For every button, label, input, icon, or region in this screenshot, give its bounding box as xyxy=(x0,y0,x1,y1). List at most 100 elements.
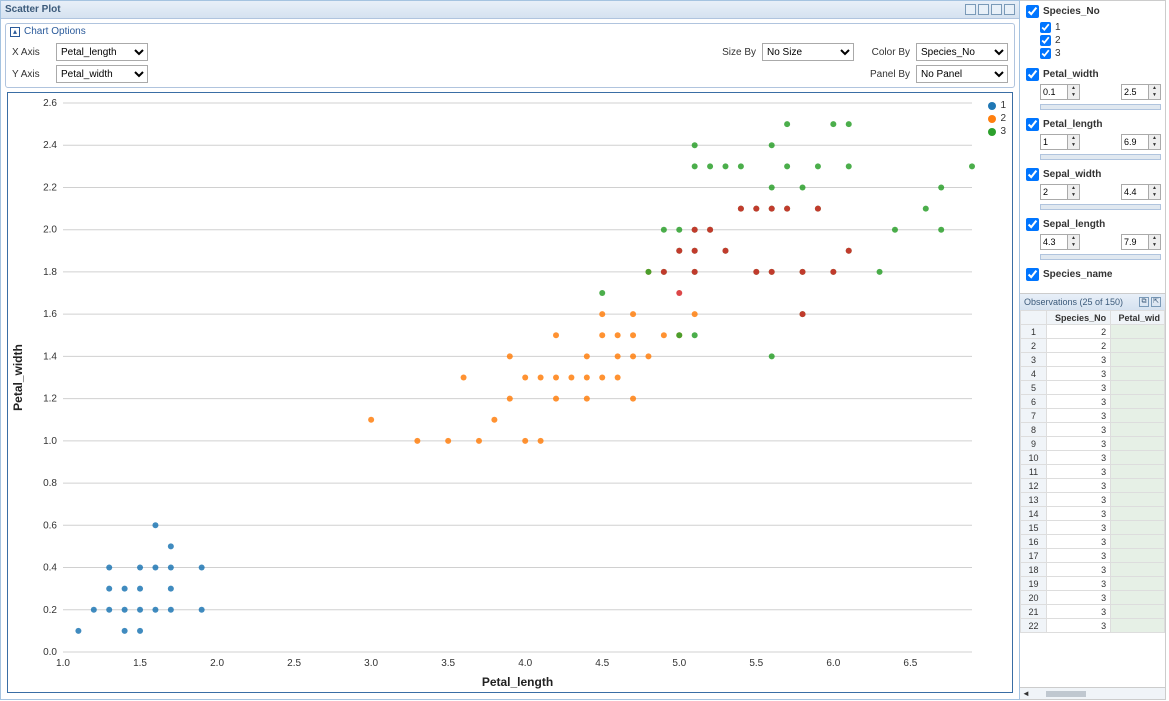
table-row[interactable]: 153 xyxy=(1021,521,1165,535)
svg-text:0.0: 0.0 xyxy=(43,647,57,658)
table-row[interactable]: 143 xyxy=(1021,507,1165,521)
table-row[interactable]: 163 xyxy=(1021,535,1165,549)
table-row[interactable]: 223 xyxy=(1021,619,1165,633)
filter-sepal-length-check[interactable] xyxy=(1026,218,1039,231)
svg-text:3.0: 3.0 xyxy=(364,658,378,669)
sepal-length-max-spinner[interactable]: 7.9▲▼ xyxy=(1121,234,1161,250)
obs-collapse-icon[interactable]: ⧉ xyxy=(1139,297,1149,307)
legend-label: 3 xyxy=(1000,126,1006,137)
petal-width-min-spinner[interactable]: 0.1▲▼ xyxy=(1040,84,1080,100)
legend: 123 xyxy=(988,99,1006,138)
svg-text:5.0: 5.0 xyxy=(672,658,686,669)
filters-panel: Species_No 123 Petal_width 0.1▲▼ 2.5▲▼ P… xyxy=(1020,1,1165,293)
chart-options-header[interactable]: ▴ Chart Options xyxy=(6,24,1014,39)
svg-text:1.2: 1.2 xyxy=(43,394,57,405)
svg-text:1.8: 1.8 xyxy=(43,267,57,278)
table-row[interactable]: 213 xyxy=(1021,605,1165,619)
filter-petal-length-check[interactable] xyxy=(1026,118,1039,131)
species-item-check[interactable] xyxy=(1040,48,1051,59)
table-row[interactable]: 203 xyxy=(1021,591,1165,605)
table-row[interactable]: 73 xyxy=(1021,409,1165,423)
svg-text:1.0: 1.0 xyxy=(56,658,70,669)
table-row[interactable]: 183 xyxy=(1021,563,1165,577)
filter-petal-length: Petal_length 1▲▼ 6.9▲▼ xyxy=(1026,118,1161,160)
table-row[interactable]: 22 xyxy=(1021,339,1165,353)
colorby-label: Color By xyxy=(860,47,910,58)
table-row[interactable]: 33 xyxy=(1021,353,1165,367)
xaxis-label: X Axis xyxy=(12,47,50,58)
table-row[interactable]: 103 xyxy=(1021,451,1165,465)
window-title: Scatter Plot xyxy=(5,4,61,15)
table-row[interactable]: 133 xyxy=(1021,493,1165,507)
colorby-select[interactable]: Species_No xyxy=(916,43,1008,61)
table-row[interactable]: 12 xyxy=(1021,325,1165,339)
svg-text:1.4: 1.4 xyxy=(43,351,57,362)
species-item-check[interactable] xyxy=(1040,35,1051,46)
sepal-width-min-spinner[interactable]: 2▲▼ xyxy=(1040,184,1080,200)
petal-width-max-spinner[interactable]: 2.5▲▼ xyxy=(1121,84,1161,100)
observations-table[interactable]: Species_No Petal_wid 1222334353637383931… xyxy=(1020,310,1165,687)
window-title-bar: Scatter Plot xyxy=(1,1,1019,19)
observations-panel: Observations (25 of 150) ⧉ ⇱ Species_No … xyxy=(1020,293,1165,699)
table-row[interactable]: 123 xyxy=(1021,479,1165,493)
svg-text:6.5: 6.5 xyxy=(903,658,917,669)
svg-text:2.6: 2.6 xyxy=(43,98,57,109)
svg-text:3.5: 3.5 xyxy=(441,658,455,669)
svg-text:1.5: 1.5 xyxy=(133,658,147,669)
table-row[interactable]: 63 xyxy=(1021,395,1165,409)
filter-sepal-width: Sepal_width 2▲▼ 4.4▲▼ xyxy=(1026,168,1161,210)
table-row[interactable]: 193 xyxy=(1021,577,1165,591)
petal-length-min-spinner[interactable]: 1▲▼ xyxy=(1040,134,1080,150)
svg-text:5.5: 5.5 xyxy=(749,658,763,669)
sepal-width-slider[interactable] xyxy=(1040,204,1161,210)
close-icon[interactable] xyxy=(1004,4,1015,15)
svg-text:2.4: 2.4 xyxy=(43,140,57,151)
help-icon[interactable] xyxy=(965,4,976,15)
svg-text:2.0: 2.0 xyxy=(43,225,57,236)
chart-options-label: Chart Options xyxy=(24,26,86,37)
sepal-width-max-spinner[interactable]: 4.4▲▼ xyxy=(1121,184,1161,200)
yaxis-select[interactable]: Petal_width xyxy=(56,65,148,83)
filter-species-no-check[interactable] xyxy=(1026,5,1039,18)
svg-text:Petal_width: Petal_width xyxy=(11,344,25,411)
filter-petal-width-check[interactable] xyxy=(1026,68,1039,81)
chart-area[interactable]: 0.00.20.40.60.81.01.21.41.61.82.02.22.42… xyxy=(7,92,1013,693)
maximize-icon[interactable] xyxy=(991,4,1002,15)
chart-options-panel: ▴ Chart Options X Axis Petal_length Y Ax… xyxy=(5,23,1015,88)
col-species-no[interactable]: Species_No xyxy=(1047,311,1111,325)
scatter-plot-window: Scatter Plot ▴ Chart Options X Axis Peta… xyxy=(0,0,1020,700)
obs-expand-icon[interactable]: ⇱ xyxy=(1151,297,1161,307)
scatter-plot[interactable]: 0.00.20.40.60.81.01.21.41.61.82.02.22.42… xyxy=(8,93,1012,692)
observations-title: Observations (25 of 150) xyxy=(1024,297,1123,307)
legend-label: 2 xyxy=(1000,113,1006,124)
petal-length-slider[interactable] xyxy=(1040,154,1161,160)
table-row[interactable]: 113 xyxy=(1021,465,1165,479)
yaxis-label: Y Axis xyxy=(12,69,50,80)
table-row[interactable]: 43 xyxy=(1021,367,1165,381)
table-row[interactable]: 53 xyxy=(1021,381,1165,395)
svg-text:2.2: 2.2 xyxy=(43,182,57,193)
sizeby-select[interactable]: No Size xyxy=(762,43,854,61)
table-row[interactable]: 83 xyxy=(1021,423,1165,437)
petal-width-slider[interactable] xyxy=(1040,104,1161,110)
collapse-icon[interactable]: ▴ xyxy=(10,27,20,37)
sepal-length-min-spinner[interactable]: 4.3▲▼ xyxy=(1040,234,1080,250)
svg-text:2.0: 2.0 xyxy=(210,658,224,669)
petal-length-max-spinner[interactable]: 6.9▲▼ xyxy=(1121,134,1161,150)
filter-species-name-check[interactable] xyxy=(1026,268,1039,281)
svg-text:Petal_length: Petal_length xyxy=(482,675,553,689)
svg-text:4.5: 4.5 xyxy=(595,658,609,669)
table-row[interactable]: 93 xyxy=(1021,437,1165,451)
refresh-icon[interactable] xyxy=(978,4,989,15)
svg-text:0.8: 0.8 xyxy=(43,478,57,489)
side-panel: Species_No 123 Petal_width 0.1▲▼ 2.5▲▼ P… xyxy=(1020,0,1166,700)
filter-sepal-width-check[interactable] xyxy=(1026,168,1039,181)
observations-scrollbar[interactable]: ◄ xyxy=(1020,687,1165,699)
xaxis-select[interactable]: Petal_length xyxy=(56,43,148,61)
table-row[interactable]: 173 xyxy=(1021,549,1165,563)
col-petal-wid[interactable]: Petal_wid xyxy=(1111,311,1165,325)
panelby-select[interactable]: No Panel xyxy=(916,65,1008,83)
species-item-check[interactable] xyxy=(1040,22,1051,33)
sepal-length-slider[interactable] xyxy=(1040,254,1161,260)
svg-text:4.0: 4.0 xyxy=(518,658,532,669)
